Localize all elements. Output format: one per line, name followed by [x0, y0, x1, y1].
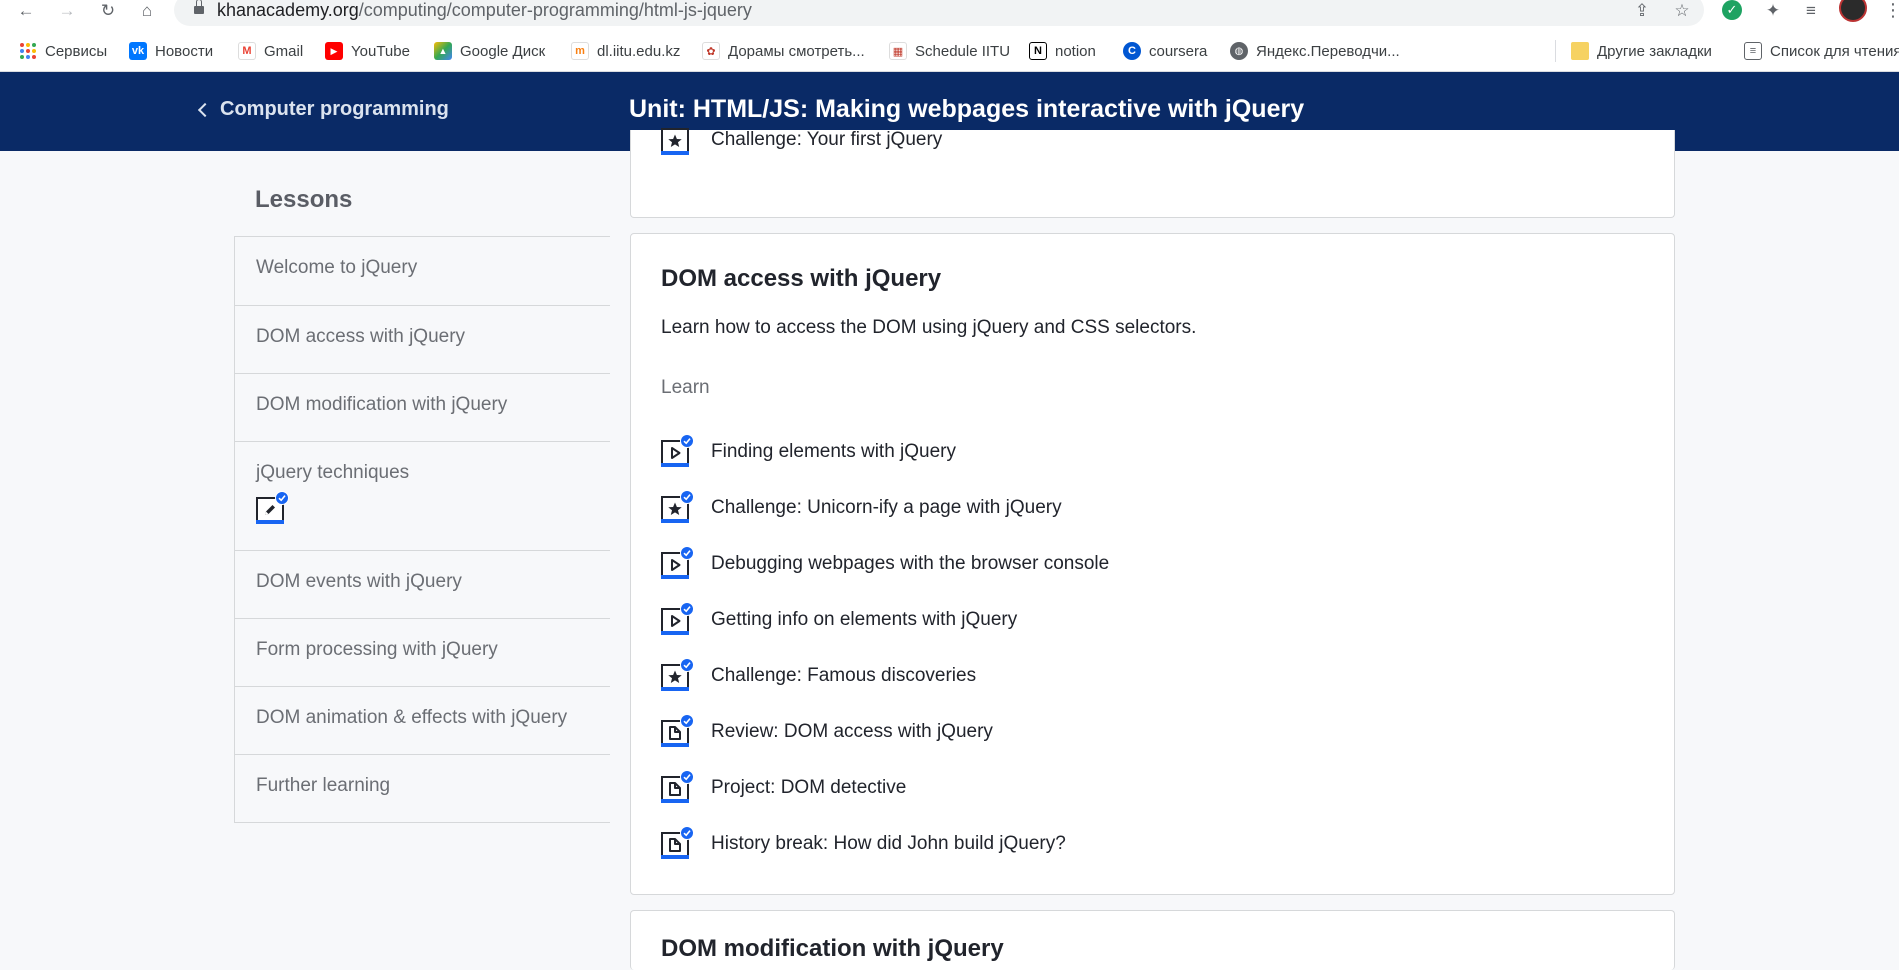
- content-item[interactable]: History break: How did John build jQuery…: [661, 816, 1109, 872]
- gmail-icon: M: [238, 42, 256, 60]
- apps-grid-icon: [19, 42, 37, 60]
- completed-check-icon: [275, 491, 289, 505]
- bookmark-yandex-translate[interactable]: ◍ Яндекс.Переводчи...: [1230, 40, 1400, 62]
- folder-icon: [1571, 42, 1589, 60]
- bookmark-schedule-iitu[interactable]: ▦ Schedule IITU: [889, 40, 1010, 62]
- previous-section-card: Challenge: Your first jQuery: [630, 128, 1675, 218]
- completed-check-icon: [680, 826, 694, 840]
- back-arrow-icon[interactable]: ←: [14, 0, 38, 22]
- chevron-left-icon: [197, 102, 213, 118]
- bookmark-star-icon[interactable]: ☆: [1671, 0, 1693, 22]
- sidebar-item-welcome-to-jquery[interactable]: Welcome to jQuery: [235, 237, 610, 305]
- bookmark-coursera[interactable]: C coursera: [1123, 40, 1207, 62]
- bookmark-reading-list[interactable]: ≡ Список для чтения: [1744, 40, 1899, 62]
- browser-toolbar: ← → ↻ ⌂ khanacademy.org/computing/comput…: [0, 0, 1899, 28]
- sidebar-item-jquery-techniques[interactable]: jQuery techniques: [235, 441, 610, 550]
- content-item[interactable]: Challenge: Famous discoveries: [661, 648, 1109, 704]
- coursera-icon: C: [1123, 42, 1141, 60]
- browser-menu-icon[interactable]: ⋮: [1884, 0, 1899, 21]
- pencil-exercise-icon[interactable]: [256, 491, 289, 524]
- content-item-list: Finding elements with jQuery Challenge: …: [661, 424, 1109, 872]
- bookmark-dorama[interactable]: ✿ Дорамы смотреть...: [702, 40, 865, 62]
- completed-check-icon: [680, 770, 694, 784]
- completed-check-icon: [680, 490, 694, 504]
- bookmark-google-drive[interactable]: ▲ Google Диск: [434, 40, 545, 62]
- calendar-icon: ▦: [889, 42, 907, 60]
- extensions-puzzle-icon[interactable]: ✦: [1762, 0, 1784, 22]
- url-text[interactable]: khanacademy.org/computing/computer-progr…: [217, 0, 752, 21]
- youtube-icon: ▶: [325, 42, 343, 60]
- sidebar-item-dom-modification[interactable]: DOM modification with jQuery: [235, 373, 610, 441]
- article-page-icon: [661, 826, 694, 859]
- lock-icon[interactable]: [194, 0, 204, 14]
- bookmark-youtube[interactable]: ▶ YouTube: [325, 40, 410, 62]
- content-item[interactable]: Challenge: Unicorn-ify a page with jQuer…: [661, 480, 1109, 536]
- content-item[interactable]: Debugging webpages with the browser cons…: [661, 536, 1109, 592]
- bookmarks-bar: Сервисы vk Новости M Gmail ▶ YouTube ▲ G…: [0, 28, 1899, 72]
- content-item[interactable]: Project: DOM detective: [661, 760, 1109, 816]
- next-lesson-title[interactable]: DOM modification with jQuery: [661, 935, 1004, 963]
- forward-arrow-icon[interactable]: →: [55, 0, 79, 22]
- sidebar-item-dom-access[interactable]: DOM access with jQuery: [235, 305, 610, 373]
- video-play-icon: [661, 434, 694, 467]
- completed-check-icon: [680, 658, 694, 672]
- completed-check-icon: [680, 714, 694, 728]
- bookmarks-separator: [1555, 40, 1556, 62]
- bookmark-dl-iitu[interactable]: m dl.iitu.edu.kz: [571, 40, 680, 62]
- globe-icon: ◍: [1230, 42, 1248, 60]
- learn-group-label: Learn: [661, 377, 710, 398]
- article-page-icon: [661, 770, 694, 803]
- video-play-icon: [661, 602, 694, 635]
- share-icon[interactable]: ⇪: [1631, 0, 1653, 22]
- completed-check-icon: [680, 602, 694, 616]
- lesson-title[interactable]: DOM access with jQuery: [661, 265, 941, 293]
- extension-check-icon[interactable]: ✓: [1722, 0, 1742, 20]
- challenge-star-icon: [661, 125, 691, 155]
- profile-avatar[interactable]: [1839, 0, 1867, 22]
- content-item[interactable]: Review: DOM access with jQuery: [661, 704, 1109, 760]
- content-item[interactable]: Challenge: Your first jQuery: [661, 120, 942, 160]
- next-section-card: DOM modification with jQuery: [630, 910, 1675, 970]
- completed-check-icon: [680, 546, 694, 560]
- bookmark-other[interactable]: Другие закладки: [1571, 40, 1712, 62]
- lesson-description: Learn how to access the DOM using jQuery…: [661, 317, 1197, 338]
- moodle-icon: m: [571, 42, 589, 60]
- bookmark-services[interactable]: Сервисы: [19, 40, 107, 62]
- sidebar-item-further-learning[interactable]: Further learning: [235, 754, 610, 822]
- reading-list-icon: ≡: [1744, 42, 1762, 60]
- sidebar-item-dom-animation[interactable]: DOM animation & effects with jQuery: [235, 686, 610, 754]
- video-play-icon: [661, 546, 694, 579]
- vk-icon: vk: [129, 42, 147, 60]
- article-page-icon: [661, 714, 694, 747]
- challenge-star-icon: [661, 658, 694, 691]
- completed-check-icon: [680, 434, 694, 448]
- home-icon[interactable]: ⌂: [135, 0, 159, 22]
- media-queue-icon[interactable]: ≡: [1800, 0, 1822, 22]
- lessons-heading: Lessons: [255, 186, 353, 213]
- sidebar-item-form-processing[interactable]: Form processing with jQuery: [235, 618, 610, 686]
- google-drive-icon: ▲: [434, 42, 452, 60]
- content-item[interactable]: Getting info on elements with jQuery: [661, 592, 1109, 648]
- sidebar-item-dom-events[interactable]: DOM events with jQuery: [235, 550, 610, 618]
- notion-icon: N: [1029, 42, 1047, 60]
- content-item[interactable]: Finding elements with jQuery: [661, 424, 1109, 480]
- bookmark-notion[interactable]: N notion: [1029, 40, 1096, 62]
- lessons-nav: Welcome to jQuery DOM access with jQuery…: [234, 236, 610, 823]
- dorama-icon: ✿: [702, 42, 720, 60]
- reload-icon[interactable]: ↻: [96, 0, 120, 22]
- bookmark-gmail[interactable]: M Gmail: [238, 40, 303, 62]
- back-to-course-link[interactable]: Computer programming: [197, 98, 449, 121]
- bookmark-news[interactable]: vk Новости: [129, 40, 213, 62]
- challenge-star-icon: [661, 490, 694, 523]
- lesson-card: DOM access with jQuery Learn how to acce…: [630, 233, 1675, 895]
